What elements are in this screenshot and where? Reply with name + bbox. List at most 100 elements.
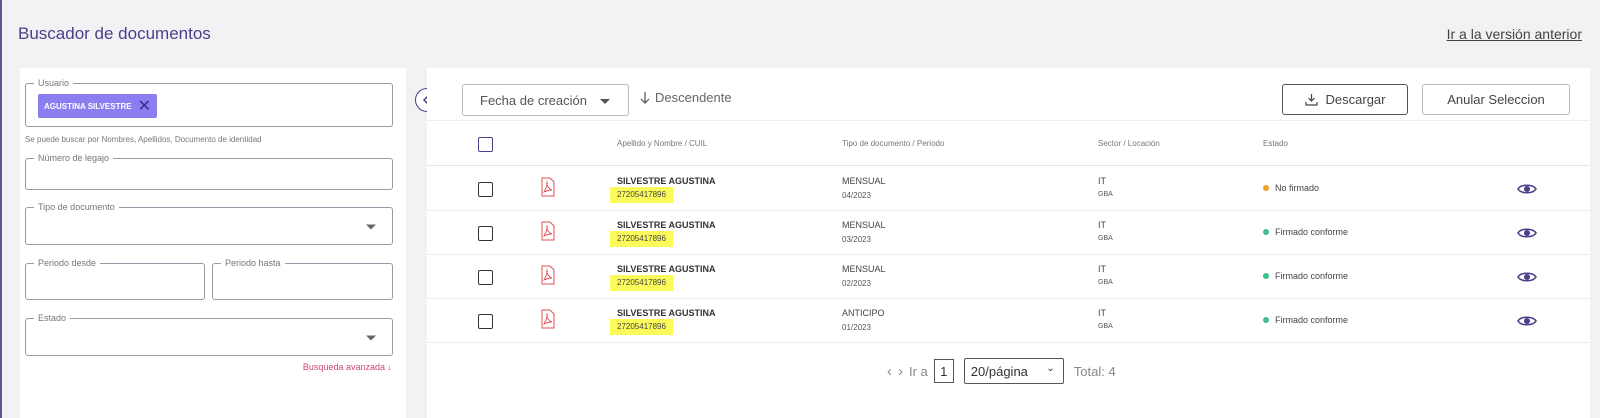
location: GBA bbox=[1098, 191, 1113, 198]
tipo-documento-label: Tipo de documento bbox=[34, 201, 119, 213]
document-type: MENSUAL bbox=[842, 264, 886, 274]
sort-field-select[interactable]: Fecha de creación bbox=[462, 84, 629, 116]
arrow-down-icon bbox=[640, 91, 650, 104]
table-row: SILVESTRE AGUSTINA 27205417896 MENSUAL 0… bbox=[427, 167, 1590, 211]
pdf-file-icon[interactable] bbox=[540, 177, 556, 197]
header-status: Estado bbox=[1263, 139, 1288, 148]
eye-icon[interactable] bbox=[1517, 314, 1537, 328]
filter-panel: Usuario AGUSTINA SILVESTRE ✕ Se puede bu… bbox=[20, 68, 406, 418]
document-period: 03/2023 bbox=[842, 235, 871, 244]
cancel-selection-label: Anular Seleccion bbox=[1447, 92, 1545, 107]
employee-cuil: 27205417896 bbox=[610, 275, 673, 291]
cancel-selection-button[interactable]: Anular Seleccion bbox=[1422, 84, 1570, 115]
eye-icon[interactable] bbox=[1517, 226, 1537, 240]
table-header: Apellido y Nombre / CUIL Tipo de documen… bbox=[427, 120, 1590, 166]
sort-field-value: Fecha de creación bbox=[480, 92, 587, 108]
pdf-file-icon[interactable] bbox=[540, 265, 556, 285]
per-page-select[interactable]: 20/página ⌄ bbox=[963, 358, 1064, 384]
status-label: Firmado conforme bbox=[1275, 271, 1349, 281]
prev-page-icon[interactable]: ‹ bbox=[887, 363, 892, 380]
employee-cuil: 27205417896 bbox=[610, 319, 673, 335]
status-badge: Firmado conforme bbox=[1263, 227, 1348, 237]
document-type: MENSUAL bbox=[842, 176, 886, 186]
row-checkbox[interactable] bbox=[478, 314, 493, 329]
sector: IT bbox=[1098, 176, 1106, 186]
periodo-hasta-label: Periodo hasta bbox=[221, 257, 285, 269]
status-label: No firmado bbox=[1275, 183, 1320, 193]
row-checkbox[interactable] bbox=[478, 226, 493, 241]
estado-caret-icon bbox=[366, 335, 376, 341]
location: GBA bbox=[1098, 323, 1113, 330]
document-type: ANTICIPO bbox=[842, 308, 885, 318]
eye-icon[interactable] bbox=[1517, 182, 1537, 196]
pagination: ‹ › Ir a 1 20/página ⌄ Total: 4 bbox=[887, 358, 1116, 384]
chip-remove-icon[interactable]: ✕ bbox=[138, 96, 151, 116]
row-checkbox[interactable] bbox=[478, 270, 493, 285]
caret-down-icon bbox=[600, 99, 610, 104]
table-row: SILVESTRE AGUSTINA 27205417896 MENSUAL 0… bbox=[427, 211, 1590, 255]
header-document-type: Tipo de documento / Periodo bbox=[842, 139, 945, 148]
location: GBA bbox=[1098, 279, 1113, 286]
document-period: 02/2023 bbox=[842, 279, 871, 288]
goto-page-label: Ir a bbox=[909, 363, 928, 379]
pdf-file-icon[interactable] bbox=[540, 309, 556, 329]
document-type: MENSUAL bbox=[842, 220, 886, 230]
employee-name: SILVESTRE AGUSTINA bbox=[617, 264, 716, 274]
download-icon bbox=[1304, 94, 1318, 106]
user-chip: AGUSTINA SILVESTRE ✕ bbox=[38, 94, 157, 118]
sector: IT bbox=[1098, 220, 1106, 230]
status-dot-icon bbox=[1263, 317, 1269, 323]
status-label: Firmado conforme bbox=[1275, 315, 1349, 325]
status-badge: Firmado conforme bbox=[1263, 271, 1348, 281]
user-chip-label: AGUSTINA SILVESTRE bbox=[44, 101, 132, 111]
results-panel: Fecha de creación Descendente Descargar … bbox=[427, 68, 1590, 418]
header-name-cuil: Apellido y Nombre / CUIL bbox=[617, 139, 708, 148]
chevron-down-icon: ⌄ bbox=[1046, 363, 1055, 374]
advanced-search-link[interactable]: Busqueda avanzada ↓ bbox=[303, 362, 392, 372]
status-dot-icon bbox=[1263, 273, 1269, 279]
status-badge: Firmado conforme bbox=[1263, 315, 1348, 325]
estado-select[interactable]: Estado bbox=[25, 312, 393, 356]
employee-cuil: 27205417896 bbox=[610, 187, 673, 203]
tipo-documento-caret-icon bbox=[366, 224, 376, 230]
total-count: Total: 4 bbox=[1073, 363, 1116, 379]
status-badge: No firmado bbox=[1263, 183, 1319, 193]
table-row: SILVESTRE AGUSTINA 27205417896 ANTICIPO … bbox=[427, 299, 1590, 343]
table-row: SILVESTRE AGUSTINA 27205417896 MENSUAL 0… bbox=[427, 255, 1590, 299]
select-all-checkbox[interactable] bbox=[478, 137, 493, 152]
location: GBA bbox=[1098, 235, 1113, 242]
download-label: Descargar bbox=[1325, 92, 1386, 107]
estado-label: Estado bbox=[34, 312, 71, 324]
next-page-icon[interactable]: › bbox=[898, 363, 903, 380]
document-period: 01/2023 bbox=[842, 323, 871, 332]
usuario-label: Usuario bbox=[34, 77, 74, 89]
download-button[interactable]: Descargar bbox=[1282, 84, 1408, 115]
header-sector: Sector / Locación bbox=[1098, 139, 1160, 148]
employee-cuil: 27205417896 bbox=[610, 231, 673, 247]
usuario-helper-text: Se puede buscar por Nombres, Apellidos, … bbox=[25, 135, 262, 144]
sector: IT bbox=[1098, 264, 1106, 274]
per-page-value: 20/página bbox=[970, 363, 1028, 379]
document-period: 04/2023 bbox=[842, 191, 871, 200]
periodo-desde-field[interactable]: Periodo desde bbox=[25, 257, 205, 300]
eye-icon[interactable] bbox=[1517, 270, 1537, 284]
legajo-field[interactable]: Número de legajo bbox=[25, 152, 393, 190]
periodo-hasta-field[interactable]: Periodo hasta bbox=[212, 257, 393, 300]
sort-direction-toggle[interactable]: Descendente bbox=[640, 90, 732, 105]
employee-name: SILVESTRE AGUSTINA bbox=[617, 308, 716, 318]
page-title: Buscador de documentos bbox=[18, 24, 211, 43]
row-checkbox[interactable] bbox=[478, 182, 493, 197]
previous-version-link[interactable]: Ir a la versión anterior bbox=[1447, 26, 1582, 42]
usuario-field[interactable]: Usuario AGUSTINA SILVESTRE ✕ bbox=[25, 77, 393, 127]
status-dot-icon bbox=[1263, 185, 1269, 191]
employee-name: SILVESTRE AGUSTINA bbox=[617, 220, 716, 230]
pdf-file-icon[interactable] bbox=[540, 221, 556, 241]
page-number-input[interactable]: 1 bbox=[933, 359, 954, 383]
legajo-label: Número de legajo bbox=[34, 152, 114, 164]
sector: IT bbox=[1098, 308, 1106, 318]
periodo-desde-label: Periodo desde bbox=[34, 257, 101, 269]
sort-direction-label: Descendente bbox=[655, 90, 732, 105]
status-dot-icon bbox=[1263, 229, 1269, 235]
status-label: Firmado conforme bbox=[1275, 227, 1349, 237]
tipo-documento-select[interactable]: Tipo de documento bbox=[25, 201, 393, 245]
